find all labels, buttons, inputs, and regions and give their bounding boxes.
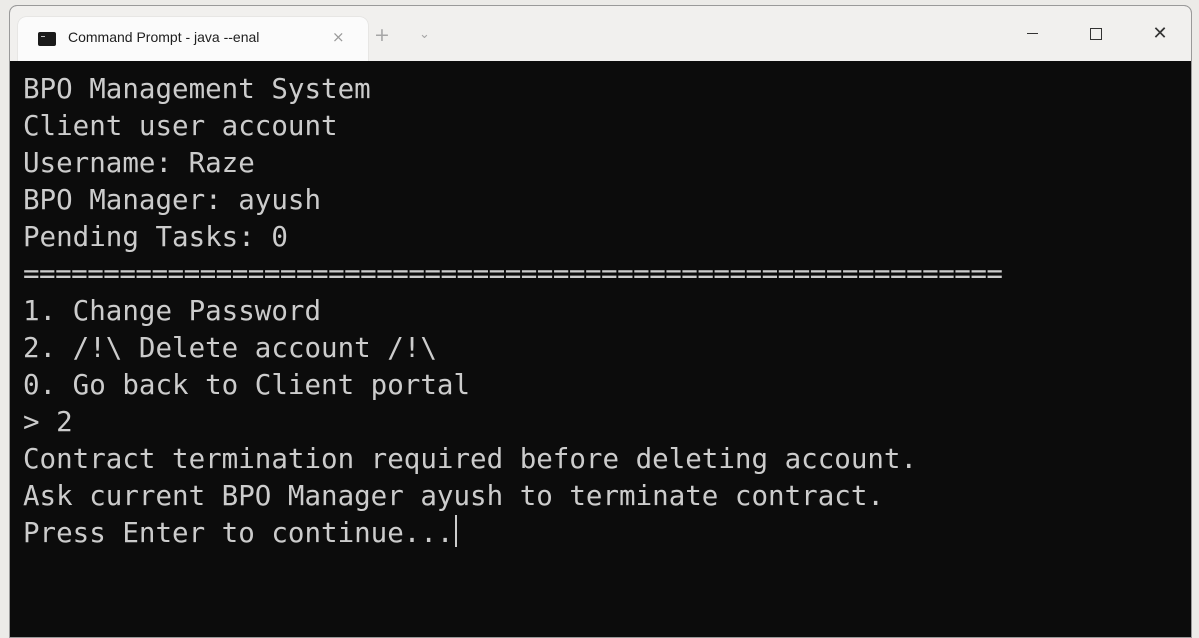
tab-command-prompt[interactable]: Command Prompt - java --enal × xyxy=(18,17,368,61)
menu-option-change-password: 1. Change Password xyxy=(23,295,322,327)
menu-option-go-back: 0. Go back to Client portal xyxy=(23,369,471,401)
tab-title: Command Prompt - java --enal xyxy=(68,29,260,45)
maximize-icon xyxy=(1090,27,1102,40)
close-icon: ✕ xyxy=(1152,22,1168,44)
minimize-button[interactable] xyxy=(1002,6,1062,61)
close-button[interactable]: ✕ xyxy=(1130,6,1190,61)
terminal-line: Ask current BPO Manager ayush to termina… xyxy=(23,480,884,512)
terminal-output[interactable]: BPO Management System Client user accoun… xyxy=(23,71,1183,631)
terminal-line: Client user account xyxy=(23,110,338,142)
user-input-line: > 2 xyxy=(23,406,73,438)
terminal-line: Pending Tasks: 0 xyxy=(23,221,288,253)
terminal-line: BPO Manager: ayush xyxy=(23,184,322,216)
new-tab-button[interactable]: + xyxy=(374,25,390,45)
tab-close-icon[interactable]: × xyxy=(332,28,345,46)
text-cursor xyxy=(455,515,458,547)
separator-line: ========================================… xyxy=(23,258,1003,290)
terminal-line: Contract termination required before del… xyxy=(23,443,918,475)
menu-option-delete-account: 2. /!\ Delete account /!\ xyxy=(23,332,437,364)
chevron-down-icon[interactable]: ⌄ xyxy=(419,26,430,44)
maximize-button[interactable] xyxy=(1066,6,1126,61)
terminal-window: Command Prompt - java --enal × + ⌄ ✕ BPO… xyxy=(9,5,1192,638)
prompt-text: Press Enter to continue... xyxy=(23,517,454,549)
terminal-line: BPO Management System xyxy=(23,73,371,105)
title-bar[interactable]: Command Prompt - java --enal × + ⌄ ✕ xyxy=(10,6,1191,61)
prompt-line[interactable]: Press Enter to continue... xyxy=(23,515,1183,552)
terminal-line: Username: Raze xyxy=(23,147,255,179)
command-prompt-icon xyxy=(38,32,56,46)
minimize-icon xyxy=(1026,33,1038,34)
